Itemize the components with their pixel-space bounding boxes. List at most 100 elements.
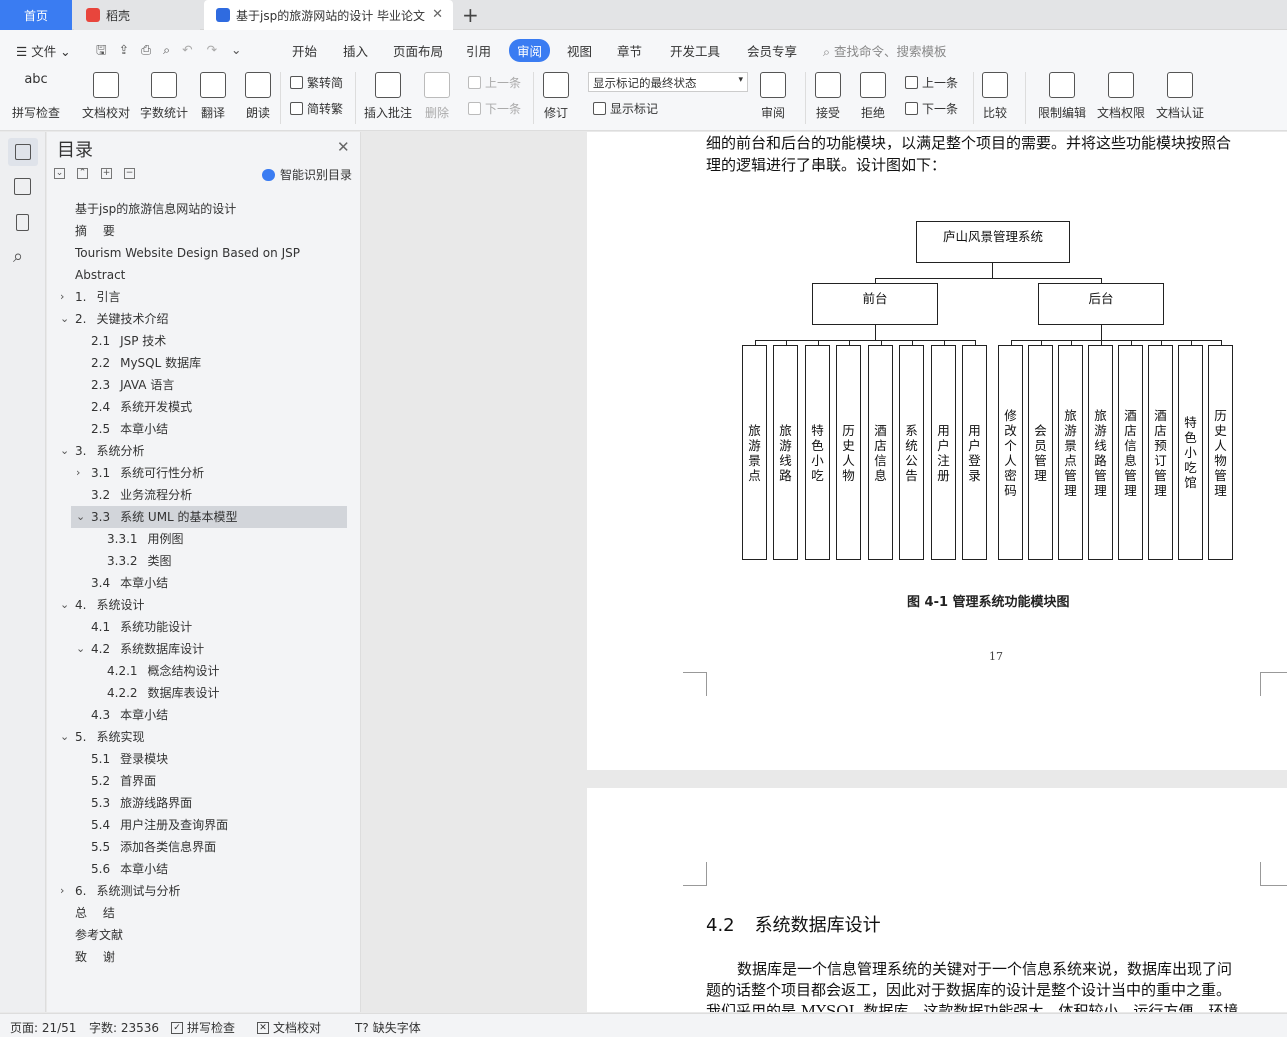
- tab-review[interactable]: 审阅: [509, 39, 551, 62]
- toc-item[interactable]: 4.1 系统功能设计: [91, 616, 192, 638]
- toc-item[interactable]: 基于jsp的旅游信息网站的设计: [75, 198, 236, 220]
- close-icon[interactable]: ✕: [337, 138, 350, 156]
- tab-daoke[interactable]: 稻壳: [74, 0, 200, 30]
- toc-item[interactable]: 总 结: [75, 902, 115, 924]
- toc-item[interactable]: 5.2 首界面: [91, 770, 156, 792]
- toc-item[interactable]: Tourism Website Design Based on JSP: [75, 242, 300, 264]
- chevron-right-icon[interactable]: ›: [76, 462, 80, 484]
- save-icon[interactable]: 🖫: [96, 42, 107, 57]
- smart-toc-button[interactable]: 智能识别目录: [262, 166, 352, 183]
- more-icon[interactable]: ⌄: [231, 42, 241, 57]
- prev-comment-button[interactable]: 上一条: [468, 74, 521, 91]
- print-icon[interactable]: ⎙: [141, 42, 151, 57]
- spell-check-status[interactable]: ✓ 拼写检查: [171, 1019, 235, 1036]
- doc-permission-button[interactable]: 文档权限: [1097, 72, 1145, 121]
- tab-home[interactable]: 首页: [0, 0, 72, 30]
- toc-item[interactable]: ⌄ 4. 系统设计: [60, 594, 144, 616]
- print-preview-icon[interactable]: ⌕: [163, 42, 170, 57]
- tab-document[interactable]: 基于jsp的旅游网站的设计 毕业论文 ✕: [204, 0, 453, 30]
- prev-change-button[interactable]: 上一条: [905, 74, 958, 91]
- trad-to-simp-button[interactable]: 繁转简: [290, 74, 343, 91]
- toc-item[interactable]: 5.5 添加各类信息界面: [91, 836, 216, 858]
- track-changes-button[interactable]: 修订: [543, 72, 569, 121]
- toc-item[interactable]: 3.3.2 类图: [107, 550, 172, 572]
- compare-button[interactable]: 比较: [982, 72, 1008, 121]
- toc-item[interactable]: 3.2 业务流程分析: [91, 484, 192, 506]
- accept-button[interactable]: 接受: [815, 72, 841, 121]
- toc-item[interactable]: 4.3 本章小结: [91, 704, 168, 726]
- toc-item[interactable]: 3.3.1 用例图: [107, 528, 184, 550]
- collapse-all-icon[interactable]: ⌄: [54, 168, 65, 179]
- tab-view[interactable]: 视图: [567, 41, 592, 60]
- toc-item[interactable]: 5.3 旅游线路界面: [91, 792, 192, 814]
- tab-references[interactable]: 引用: [466, 41, 491, 60]
- proofread-status[interactable]: ✕ 文档校对: [257, 1019, 321, 1036]
- read-aloud-button[interactable]: 朗读: [245, 72, 271, 121]
- toc-item[interactable]: 2.4 系统开发模式: [91, 396, 192, 418]
- delete-comment-button[interactable]: 删除: [424, 72, 450, 121]
- chevron-down-icon[interactable]: ⌄: [60, 308, 69, 330]
- tab-developer[interactable]: 开发工具: [670, 41, 720, 60]
- word-count-button[interactable]: 字数统计: [140, 72, 188, 121]
- doc-certify-button[interactable]: 文档认证: [1156, 72, 1204, 121]
- insert-comment-button[interactable]: 插入批注: [364, 72, 412, 121]
- file-menu[interactable]: ☰ 文件 ⌄: [16, 41, 71, 60]
- toc-item[interactable]: 3.4 本章小结: [91, 572, 168, 594]
- export-icon[interactable]: ⇪: [119, 42, 129, 57]
- find-icon[interactable]: ⌕: [13, 246, 23, 267]
- toc-item[interactable]: 4.2.2 数据库表设计: [107, 682, 220, 704]
- toc-item[interactable]: ⌄ 3. 系统分析: [60, 440, 144, 462]
- tab-member[interactable]: 会员专享: [747, 41, 797, 60]
- toc-item[interactable]: › 1. 引言: [60, 286, 120, 308]
- toc-item[interactable]: 5.4 用户注册及查询界面: [91, 814, 228, 836]
- review-pane-button[interactable]: 审阅: [760, 72, 786, 121]
- add-heading-icon[interactable]: +: [101, 168, 112, 179]
- chevron-down-icon[interactable]: ⌄: [60, 726, 69, 748]
- tab-start[interactable]: 开始: [292, 41, 317, 60]
- markup-state-select[interactable]: 显示标记的最终状态 ▾: [588, 72, 748, 92]
- chevron-down-icon[interactable]: ⌄: [60, 594, 69, 616]
- toc-item[interactable]: ⌄ 3.3 系统 UML 的基本模型: [71, 506, 347, 528]
- next-change-button[interactable]: 下一条: [905, 100, 958, 117]
- toc-item[interactable]: 摘 要: [75, 220, 115, 242]
- tab-chapter[interactable]: 章节: [617, 41, 642, 60]
- toc-panel-button[interactable]: [8, 138, 38, 166]
- redo-icon[interactable]: ↷: [207, 42, 217, 57]
- reject-button[interactable]: 拒绝: [860, 72, 886, 121]
- spell-check-button[interactable]: abc 拼写检查: [12, 72, 60, 121]
- tab-insert[interactable]: 插入: [343, 41, 368, 60]
- proofread-button[interactable]: 文档校对: [82, 72, 130, 121]
- undo-icon[interactable]: ↶: [182, 42, 192, 57]
- toc-item[interactable]: ⌄ 2. 关键技术介绍: [60, 308, 168, 330]
- word-count-indicator[interactable]: 字数: 23536: [89, 1019, 159, 1036]
- toc-item[interactable]: 参考文献: [75, 924, 123, 946]
- toc-item[interactable]: 5.1 登录模块: [91, 748, 168, 770]
- restrict-editing-button[interactable]: 限制编辑: [1038, 72, 1086, 121]
- chevron-down-icon[interactable]: ⌄: [60, 440, 69, 462]
- toc-item[interactable]: 致 谢: [75, 946, 115, 968]
- toc-item[interactable]: 2.5 本章小结: [91, 418, 168, 440]
- toc-item[interactable]: 2.2 MySQL 数据库: [91, 352, 201, 374]
- show-markup-button[interactable]: 显示标记: [593, 100, 658, 117]
- toc-item[interactable]: ⌄ 5. 系统实现: [60, 726, 144, 748]
- toc-item[interactable]: › 6. 系统测试与分析: [60, 880, 180, 902]
- bookmark-icon[interactable]: [16, 214, 29, 231]
- document-canvas[interactable]: 细的前台和后台的功能模块，以满足整个项目的需要。并将这些功能模块按照合 理的逻辑…: [362, 132, 1287, 1012]
- simp-to-trad-button[interactable]: 简转繁: [290, 100, 343, 117]
- command-search[interactable]: ⌕ 查找命令、搜索模板: [823, 41, 947, 60]
- chevron-right-icon[interactable]: ›: [60, 880, 64, 902]
- expand-up-icon[interactable]: ⌃: [77, 168, 88, 179]
- chevron-down-icon[interactable]: ⌄: [76, 638, 85, 660]
- chevron-down-icon[interactable]: ⌄: [76, 506, 85, 528]
- close-tab-icon[interactable]: ✕: [432, 7, 443, 22]
- missing-font-status[interactable]: T? 缺失字体: [355, 1019, 421, 1036]
- toc-item[interactable]: 4.2.1 概念结构设计: [107, 660, 220, 682]
- outline-icon[interactable]: [14, 178, 31, 195]
- remove-heading-icon[interactable]: −: [124, 168, 135, 179]
- next-comment-button[interactable]: 下一条: [468, 100, 521, 117]
- toc-item[interactable]: 5.6 本章小结: [91, 858, 168, 880]
- translate-button[interactable]: 翻译: [200, 72, 226, 121]
- toc-item[interactable]: 2.3 JAVA 语言: [91, 374, 174, 396]
- toc-item[interactable]: 2.1 JSP 技术: [91, 330, 166, 352]
- tab-page-layout[interactable]: 页面布局: [393, 41, 443, 60]
